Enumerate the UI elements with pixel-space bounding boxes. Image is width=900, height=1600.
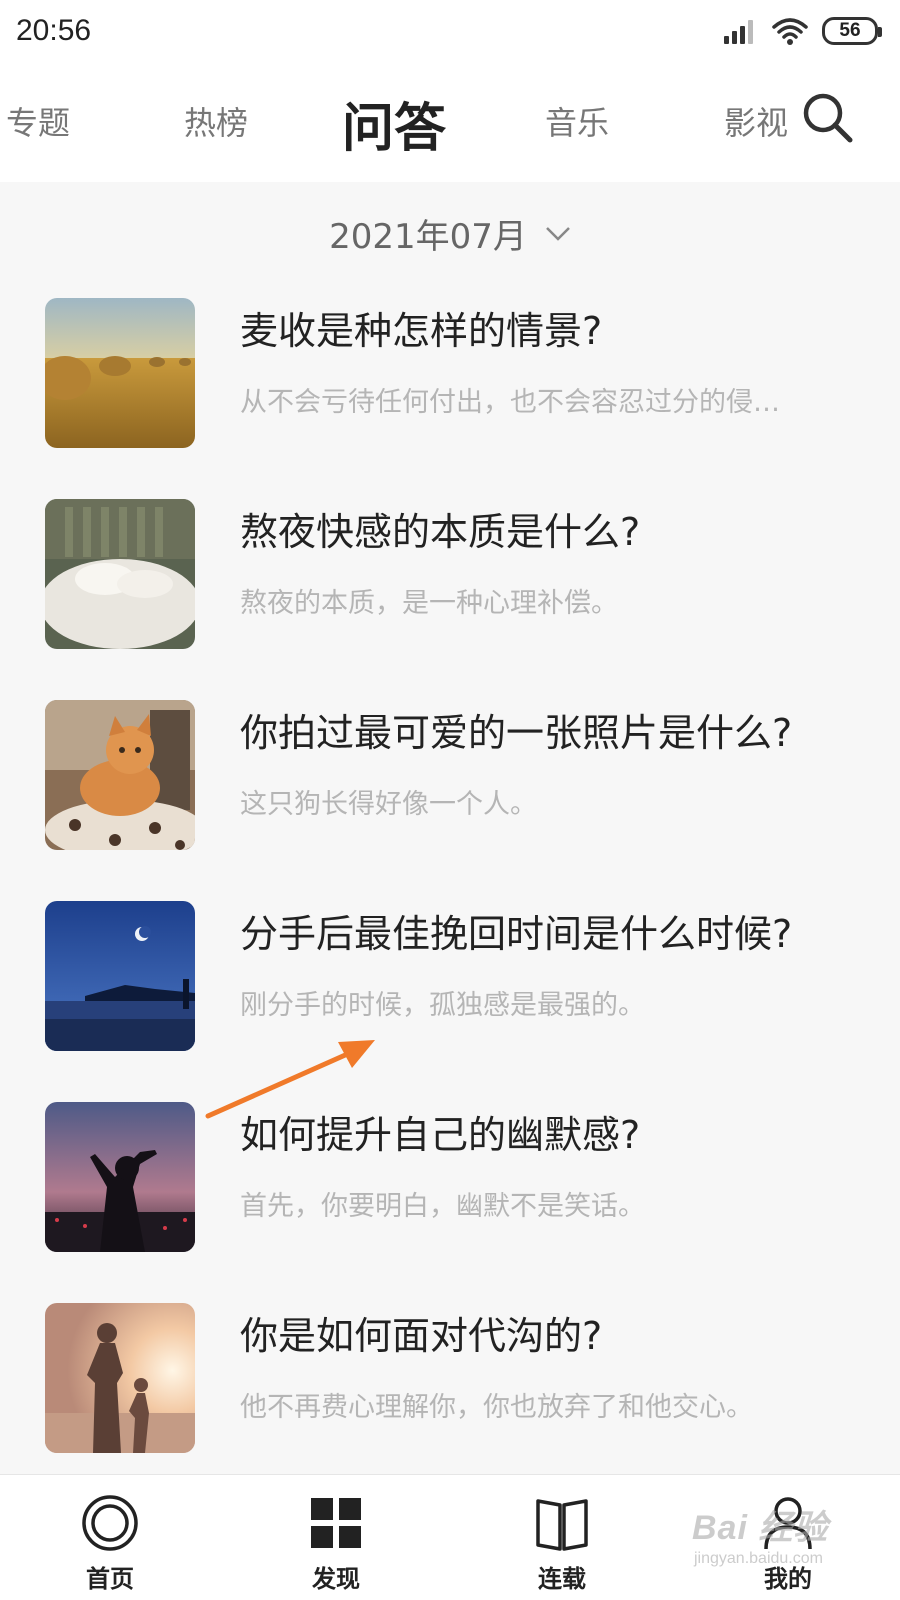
- answer-summary: 这只狗长得好像一个人。: [240, 789, 537, 820]
- list-item[interactable]: 分手后最佳挽回时间是什么时候? 刚分手的时候，孤独感是最强的。: [0, 883, 900, 1051]
- battery-icon: 56: [822, 17, 882, 45]
- date-text: 2021年07月: [329, 216, 527, 257]
- tab-qa[interactable]: 问答: [342, 86, 446, 161]
- moon-beach-thumbnail: [45, 901, 195, 1051]
- tab-movies[interactable]: 影视: [724, 98, 788, 144]
- answer-summary: 从不会亏待任何付出，也不会容忍过分的侵…: [240, 387, 780, 418]
- list-item[interactable]: 你拍过最可爱的一张照片是什么? 这只狗长得好像一个人。: [0, 682, 900, 850]
- answer-summary: 他不再费心理解你，你也放弃了和他交心。: [240, 1392, 753, 1423]
- tab-home-label: 首页: [86, 1565, 134, 1593]
- grid-icon: [311, 1498, 361, 1548]
- list-item[interactable]: 如何提升自己的幽默感? 首先，你要明白，幽默不是笑话。: [0, 1084, 900, 1252]
- question-title: 麦收是种怎样的情景?: [240, 309, 603, 353]
- tab-serial[interactable]: 连载: [502, 1493, 622, 1593]
- parent-child-beach-thumbnail: [45, 1303, 195, 1453]
- answer-summary: 首先，你要明白，幽默不是笑话。: [240, 1191, 645, 1222]
- status-time: 20:56: [16, 14, 92, 47]
- silhouette-dancer-thumbnail: [45, 1102, 195, 1252]
- cat-thumbnail: [45, 700, 195, 850]
- book-icon: [536, 1499, 588, 1551]
- question-title: 你拍过最可爱的一张照片是什么?: [240, 711, 793, 755]
- list-item[interactable]: 你是如何面对代沟的? 他不再费心理解你，你也放弃了和他交心。: [0, 1285, 900, 1453]
- annotation-arrow-icon: [205, 1040, 375, 1119]
- status-bar: 20:56 56: [0, 0, 900, 64]
- tab-mine[interactable]: 我的: [728, 1493, 848, 1593]
- top-nav: 专题 热榜 问答 音乐 影视: [0, 64, 900, 182]
- bottom-tab-bar: 首页 发现 连载 我的: [0, 1474, 900, 1600]
- list-item[interactable]: 麦收是种怎样的情景? 从不会亏待任何付出，也不会容忍过分的侵…: [0, 280, 900, 448]
- wifi-icon: [772, 18, 808, 45]
- question-title: 分手后最佳挽回时间是什么时候?: [240, 912, 793, 956]
- tab-mine-label: 我的: [764, 1565, 812, 1593]
- status-icons: 56: [724, 14, 882, 48]
- tab-home[interactable]: 首页: [50, 1493, 170, 1593]
- sleeping-dog-thumbnail: [45, 499, 195, 649]
- date-selector[interactable]: 2021年07月: [0, 208, 900, 258]
- signal-icon: [724, 18, 758, 44]
- tab-hot-list[interactable]: 热榜: [184, 98, 248, 144]
- question-title: 熬夜快感的本质是什么?: [240, 510, 641, 554]
- tab-music[interactable]: 音乐: [545, 98, 609, 144]
- search-icon[interactable]: [800, 90, 856, 146]
- tab-topics[interactable]: 专题: [6, 98, 70, 144]
- tab-discover-label: 发现: [312, 1565, 360, 1593]
- tab-discover[interactable]: 发现: [276, 1493, 396, 1593]
- list-item[interactable]: 熬夜快感的本质是什么? 熬夜的本质，是一种心理补偿。: [0, 481, 900, 649]
- wheat-field-thumbnail: [45, 298, 195, 448]
- chevron-down-icon: [546, 227, 570, 241]
- answer-summary: 熬夜的本质，是一种心理补偿。: [240, 588, 618, 619]
- tab-serial-label: 连载: [538, 1565, 586, 1593]
- question-title: 你是如何面对代沟的?: [240, 1314, 603, 1358]
- home-circle-icon: [82, 1495, 138, 1551]
- person-icon: [764, 1497, 812, 1550]
- answer-summary: 刚分手的时候，孤独感是最强的。: [240, 990, 645, 1021]
